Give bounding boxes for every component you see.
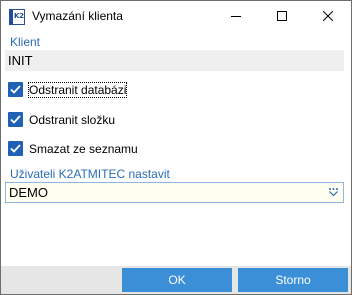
user-select-value: DEMO <box>9 185 48 200</box>
dropdown-icon <box>329 188 338 197</box>
client-label: Klient <box>10 35 41 49</box>
maximize-icon <box>277 11 287 21</box>
k2-app-icon: K2 <box>9 9 25 25</box>
window-title: Vymazání klienta <box>32 9 123 23</box>
minimize-icon <box>231 16 241 17</box>
maximize-button[interactable] <box>259 1 305 32</box>
ok-button[interactable]: OK <box>122 268 232 292</box>
checkmark-icon <box>10 115 21 124</box>
close-icon <box>323 11 333 21</box>
user-select-label: Uživateli K2ATMITEC nastavit <box>10 167 170 181</box>
cancel-button[interactable]: Storno <box>238 268 348 292</box>
button-bar: OK Storno <box>1 266 351 294</box>
dialog-window: K2 Vymazání klienta Klient INIT Odstrani… <box>0 0 352 295</box>
client-field: INIT <box>5 50 344 71</box>
option-label[interactable]: Odstranit databázi <box>27 82 128 98</box>
title-bar[interactable]: K2 Vymazání klienta <box>1 1 351 32</box>
checkmark-icon <box>10 85 21 94</box>
option-label[interactable]: Odstranit složku <box>29 113 115 127</box>
close-button[interactable] <box>305 1 351 32</box>
minimize-button[interactable] <box>213 1 259 32</box>
checkmark-icon <box>10 144 21 153</box>
user-select[interactable]: DEMO <box>5 182 344 203</box>
checkbox-delete-folder[interactable] <box>8 112 23 127</box>
checkbox-remove-from-list[interactable] <box>8 141 23 156</box>
checkbox-delete-database[interactable] <box>8 82 23 97</box>
option-label[interactable]: Smazat ze seznamu <box>29 142 138 156</box>
app-icon-text: K2 <box>14 12 24 20</box>
